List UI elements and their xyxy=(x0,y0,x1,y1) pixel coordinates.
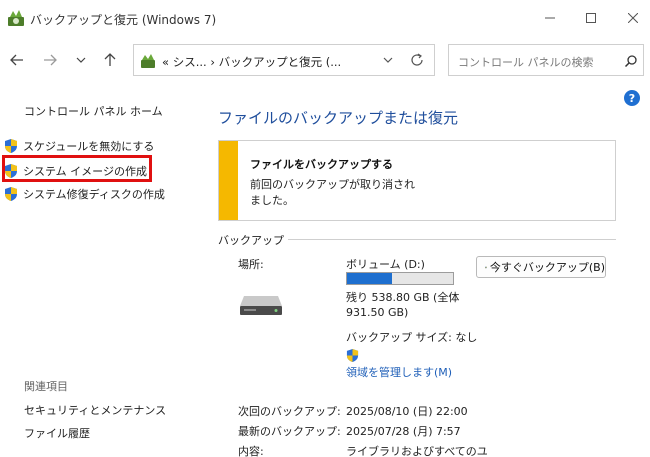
chevron-down-icon[interactable] xyxy=(381,53,395,67)
warning-message: 前回のバックアップが取り消されました。 xyxy=(250,178,415,207)
backup-restore-location-icon xyxy=(141,54,155,68)
hard-drive-icon xyxy=(240,296,282,315)
arrow-right-icon xyxy=(44,54,57,66)
help-icon[interactable]: ? xyxy=(624,90,640,106)
uac-shield-icon xyxy=(5,187,17,201)
uac-shield-icon xyxy=(346,349,359,362)
search-icon[interactable] xyxy=(624,54,638,68)
close-button[interactable] xyxy=(610,0,650,36)
search-placeholder: コントロール パネルの検索 xyxy=(458,56,594,69)
free-space-text: 残り 538.80 GB (全体 931.50 GB) xyxy=(346,291,460,319)
related-section-title: 関連項目 xyxy=(24,380,68,393)
forward-button[interactable] xyxy=(40,50,60,70)
contents-label: 内容: xyxy=(238,445,264,457)
next-backup-label: 次回のバックアップ: xyxy=(238,405,341,418)
control-panel-home-link[interactable]: コントロール パネル ホーム xyxy=(24,103,163,119)
address-bar[interactable]: « シス... › バックアップと復元 (... xyxy=(133,44,435,76)
back-button[interactable] xyxy=(7,50,27,70)
search-input[interactable]: コントロール パネルの検索 xyxy=(448,44,644,76)
next-backup-value: 2025/08/10 (日) 22:00 xyxy=(346,405,468,418)
backup-restore-app-icon xyxy=(8,10,24,26)
location-label: 場所: xyxy=(238,258,264,271)
highlight-annotation xyxy=(2,155,152,182)
disk-usage-bar xyxy=(346,272,454,285)
refresh-icon[interactable] xyxy=(409,52,425,68)
arrow-up-icon xyxy=(104,53,116,66)
manage-space-link[interactable]: 領域を管理します(M) xyxy=(346,364,452,380)
up-button[interactable] xyxy=(100,50,120,70)
last-backup-value: 2025/07/28 (月) 7:57 xyxy=(346,425,461,438)
maximize-button[interactable] xyxy=(568,0,614,36)
backup-section-title: バックアップ xyxy=(218,232,288,248)
backup-now-button[interactable]: 今すぐバックアップ(B) xyxy=(476,256,606,278)
volume-label: ボリューム (D:) xyxy=(346,258,425,271)
disable-schedule-link[interactable]: スケジュールを無効にする xyxy=(4,137,154,155)
task-label: スケジュールを無効にする xyxy=(23,140,155,153)
uac-shield-icon xyxy=(5,139,17,153)
security-maintenance-link[interactable]: セキュリティとメンテナンス xyxy=(24,402,166,418)
title-bar: バックアップと復元 (Windows 7) xyxy=(0,0,650,36)
page-title: ファイルのバックアップまたは復元 xyxy=(218,109,459,127)
warning-panel: ファイルをバックアップする 前回のバックアップが取り消されました。 xyxy=(218,140,616,221)
disk-usage-fill xyxy=(347,273,392,284)
create-repair-disc-link[interactable]: システム修復ディスクの作成 xyxy=(4,185,165,203)
navigation-bar: « シス... › バックアップと復元 (... コントロール パネルの検索 xyxy=(0,40,650,80)
task-label: システム修復ディスクの作成 xyxy=(23,188,165,201)
file-history-link[interactable]: ファイル履歴 xyxy=(24,425,90,441)
warning-title: ファイルをバックアップする xyxy=(250,158,393,171)
recent-locations-button[interactable] xyxy=(71,50,91,70)
last-backup-label: 最新のバックアップ: xyxy=(238,425,341,438)
chevron-down-icon xyxy=(76,57,86,63)
backup-now-label: 今すぐバックアップ(B) xyxy=(489,261,605,274)
uac-shield-icon xyxy=(485,266,487,268)
contents-value: ライブラリおよびすべてのユ xyxy=(346,445,488,457)
backup-size-text: バックアップ サイズ: なし xyxy=(346,331,478,344)
warning-stripe xyxy=(219,141,238,220)
minimize-button[interactable] xyxy=(527,0,573,36)
window-title: バックアップと復元 (Windows 7) xyxy=(30,13,217,27)
breadcrumb[interactable]: « シス... › バックアップと復元 (... xyxy=(162,54,341,70)
arrow-left-icon xyxy=(10,54,23,66)
